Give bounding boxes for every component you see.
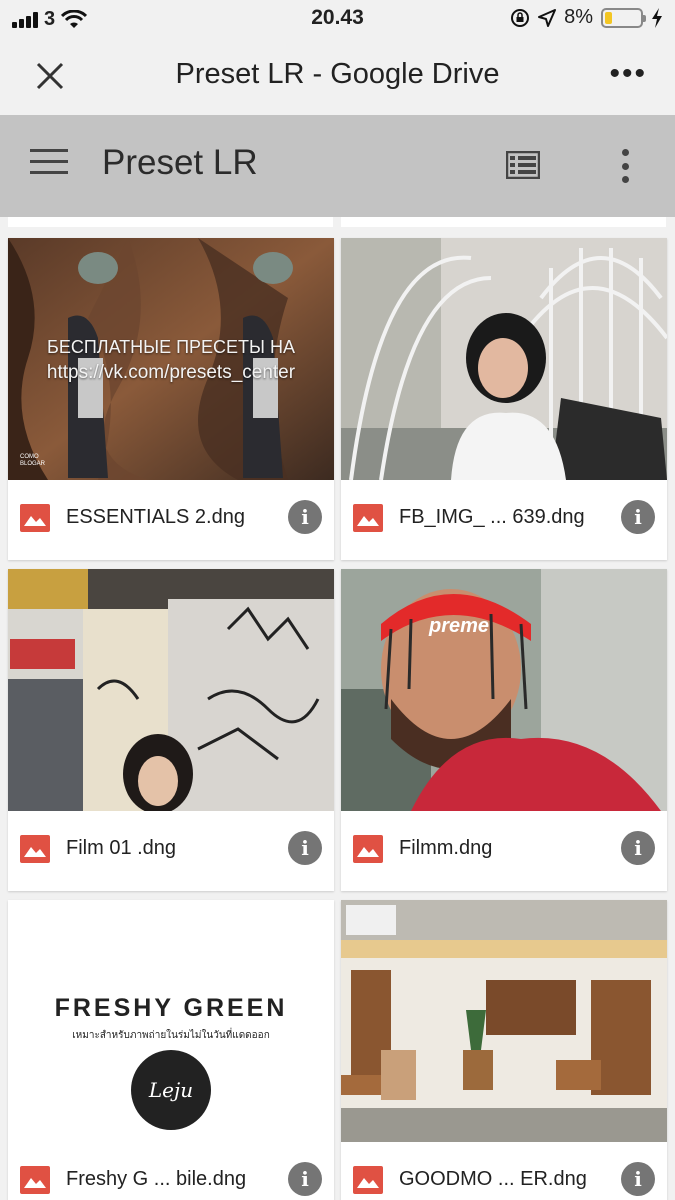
image-file-icon <box>353 835 383 863</box>
thumb-logo: Leju <box>131 1050 211 1130</box>
thumb-title: FRESHY GREEN <box>54 994 288 1022</box>
file-card[interactable]: БЕСПЛАТНЫЕ ПРЕСЕТЫ НА https://vk.com/pre… <box>8 238 334 560</box>
thumbnail-fb-img[interactable] <box>341 238 667 480</box>
rotation-lock-icon <box>511 8 530 27</box>
browser-title-bar: Preset LR - Google Drive ••• <box>0 36 675 115</box>
battery-percent: 8% <box>564 6 593 28</box>
file-name: Filmm.dng <box>399 837 493 859</box>
thumbnail-essentials[interactable]: БЕСПЛАТНЫЕ ПРЕСЕТЫ НА https://vk.com/pre… <box>8 238 334 480</box>
more-horizontal-icon[interactable]: ••• <box>609 59 647 89</box>
file-name: FB_IMG_ ... 639.dng <box>399 506 585 528</box>
info-icon[interactable]: i <box>288 831 322 865</box>
thumbnail-film-01[interactable] <box>8 569 334 811</box>
image-file-icon <box>20 835 50 863</box>
thumb-overlay-url: https://vk.com/presets_center <box>46 362 296 383</box>
file-footer: FB_IMG_ ... 639.dng i <box>341 480 667 560</box>
thumbnail-goodmorning[interactable] <box>341 900 667 1142</box>
thumb-watermark: COMO BLOGAR <box>20 454 46 467</box>
info-icon[interactable]: i <box>288 1162 322 1196</box>
file-name: Freshy G ... bile.dng <box>66 1168 247 1190</box>
more-vertical-icon[interactable] <box>618 149 632 183</box>
info-icon[interactable]: i <box>288 500 322 534</box>
file-name: Film 01 .dng <box>66 837 177 859</box>
file-card[interactable]: Film 01 .dng i <box>8 569 334 891</box>
file-card[interactable]: preme Filmm.dng i <box>341 569 667 891</box>
image-file-icon <box>20 1166 50 1194</box>
hamburger-menu-icon[interactable] <box>30 149 68 179</box>
thumbnail-filmm[interactable]: preme <box>341 569 667 811</box>
status-right: 8% <box>510 6 663 29</box>
image-file-icon <box>353 504 383 532</box>
folder-title: Preset LR <box>102 143 258 182</box>
info-icon[interactable]: i <box>621 831 655 865</box>
thumbnail-freshy-green[interactable]: FRESHY GREEN เหมาะสำหรับภาพถ่ายในร่มไม่ใ… <box>8 900 334 1142</box>
file-grid: БЕСПЛАТНЫЕ ПРЕСЕТЫ НА https://vk.com/pre… <box>0 217 675 1200</box>
info-icon[interactable]: i <box>621 1162 655 1196</box>
file-footer: GOODMO ... ER.dng i <box>341 1142 667 1200</box>
status-bar: 3 20.43 8% <box>0 0 675 36</box>
file-card[interactable]: FB_IMG_ ... 639.dng i <box>341 238 667 560</box>
file-footer: Filmm.dng i <box>341 811 667 891</box>
image-file-icon <box>353 1166 383 1194</box>
charging-icon <box>652 7 662 28</box>
thumb-overlay-text: БЕСПЛАТНЫЕ ПРЕСЕТЫ НА <box>47 337 295 357</box>
file-footer: ESSENTIALS 2.dng i <box>8 480 334 560</box>
image-file-icon <box>20 504 50 532</box>
location-icon <box>538 8 557 27</box>
file-name: GOODMO ... ER.dng <box>399 1168 587 1190</box>
thumb-subtitle: เหมาะสำหรับภาพถ่ายในร่มไม่ในวันที่แดดออก <box>72 1030 270 1041</box>
list-view-icon[interactable] <box>506 151 540 179</box>
file-name: ESSENTIALS 2.dng <box>66 506 245 528</box>
info-icon[interactable]: i <box>621 500 655 534</box>
file-card[interactable]: FRESHY GREEN เหมาะสำหรับภาพถ่ายในร่มไม่ใ… <box>8 900 334 1200</box>
browser-title: Preset LR - Google Drive <box>175 58 500 90</box>
app-bar: Preset LR <box>0 115 675 217</box>
cap-text: preme <box>428 615 489 637</box>
file-footer: Film 01 .dng i <box>8 811 334 891</box>
card-stub <box>341 217 666 227</box>
file-footer: Freshy G ... bile.dng i <box>8 1142 334 1200</box>
battery-icon <box>601 7 646 28</box>
file-card[interactable]: GOODMO ... ER.dng i <box>341 900 667 1200</box>
card-stub <box>8 217 333 227</box>
